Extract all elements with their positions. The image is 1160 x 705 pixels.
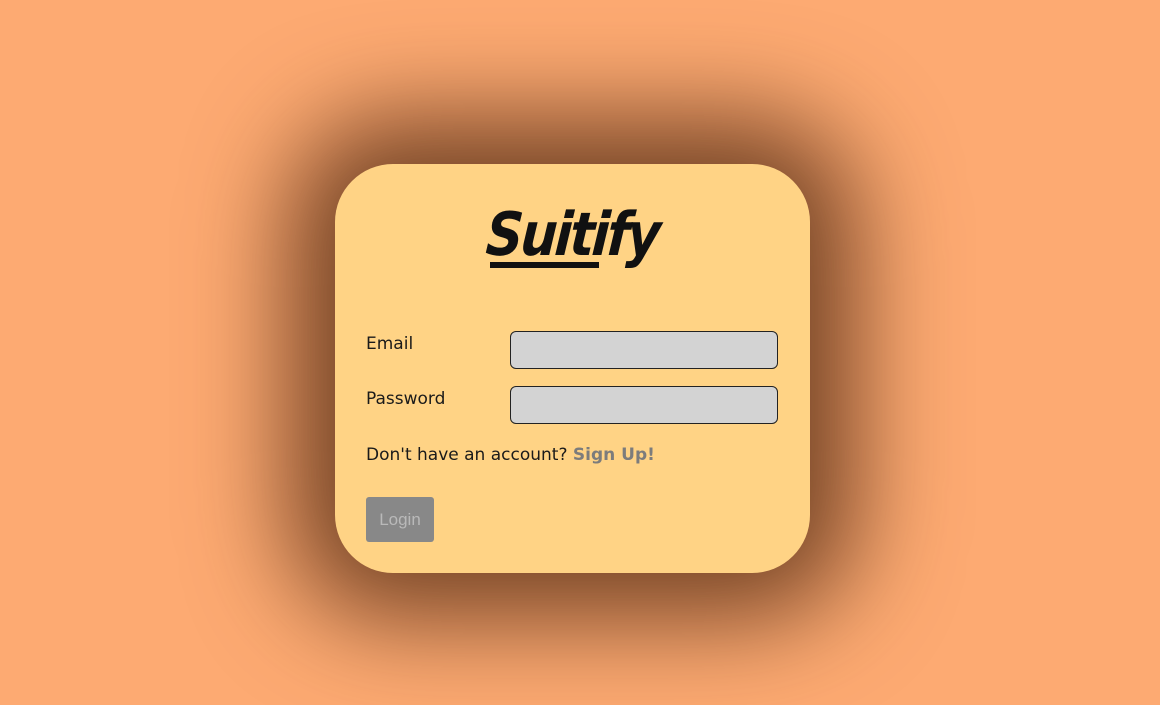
password-input[interactable] — [510, 386, 778, 424]
app-logo: Suitify — [0, 196, 1160, 278]
email-label: Email — [366, 334, 414, 354]
email-row: Email — [366, 331, 778, 369]
signup-prompt-text: Don't have an account? — [366, 445, 568, 465]
signup-prompt-line: Don't have an account? Sign Up! — [366, 444, 655, 466]
page: Suitify Email Password Don't have an acc… — [0, 0, 1160, 705]
logo-underline — [490, 262, 599, 268]
email-input[interactable] — [510, 331, 778, 369]
password-row: Password — [366, 386, 778, 424]
login-button[interactable]: Login — [366, 497, 434, 542]
signup-link[interactable]: Sign Up! — [573, 445, 655, 465]
password-label: Password — [366, 389, 446, 409]
